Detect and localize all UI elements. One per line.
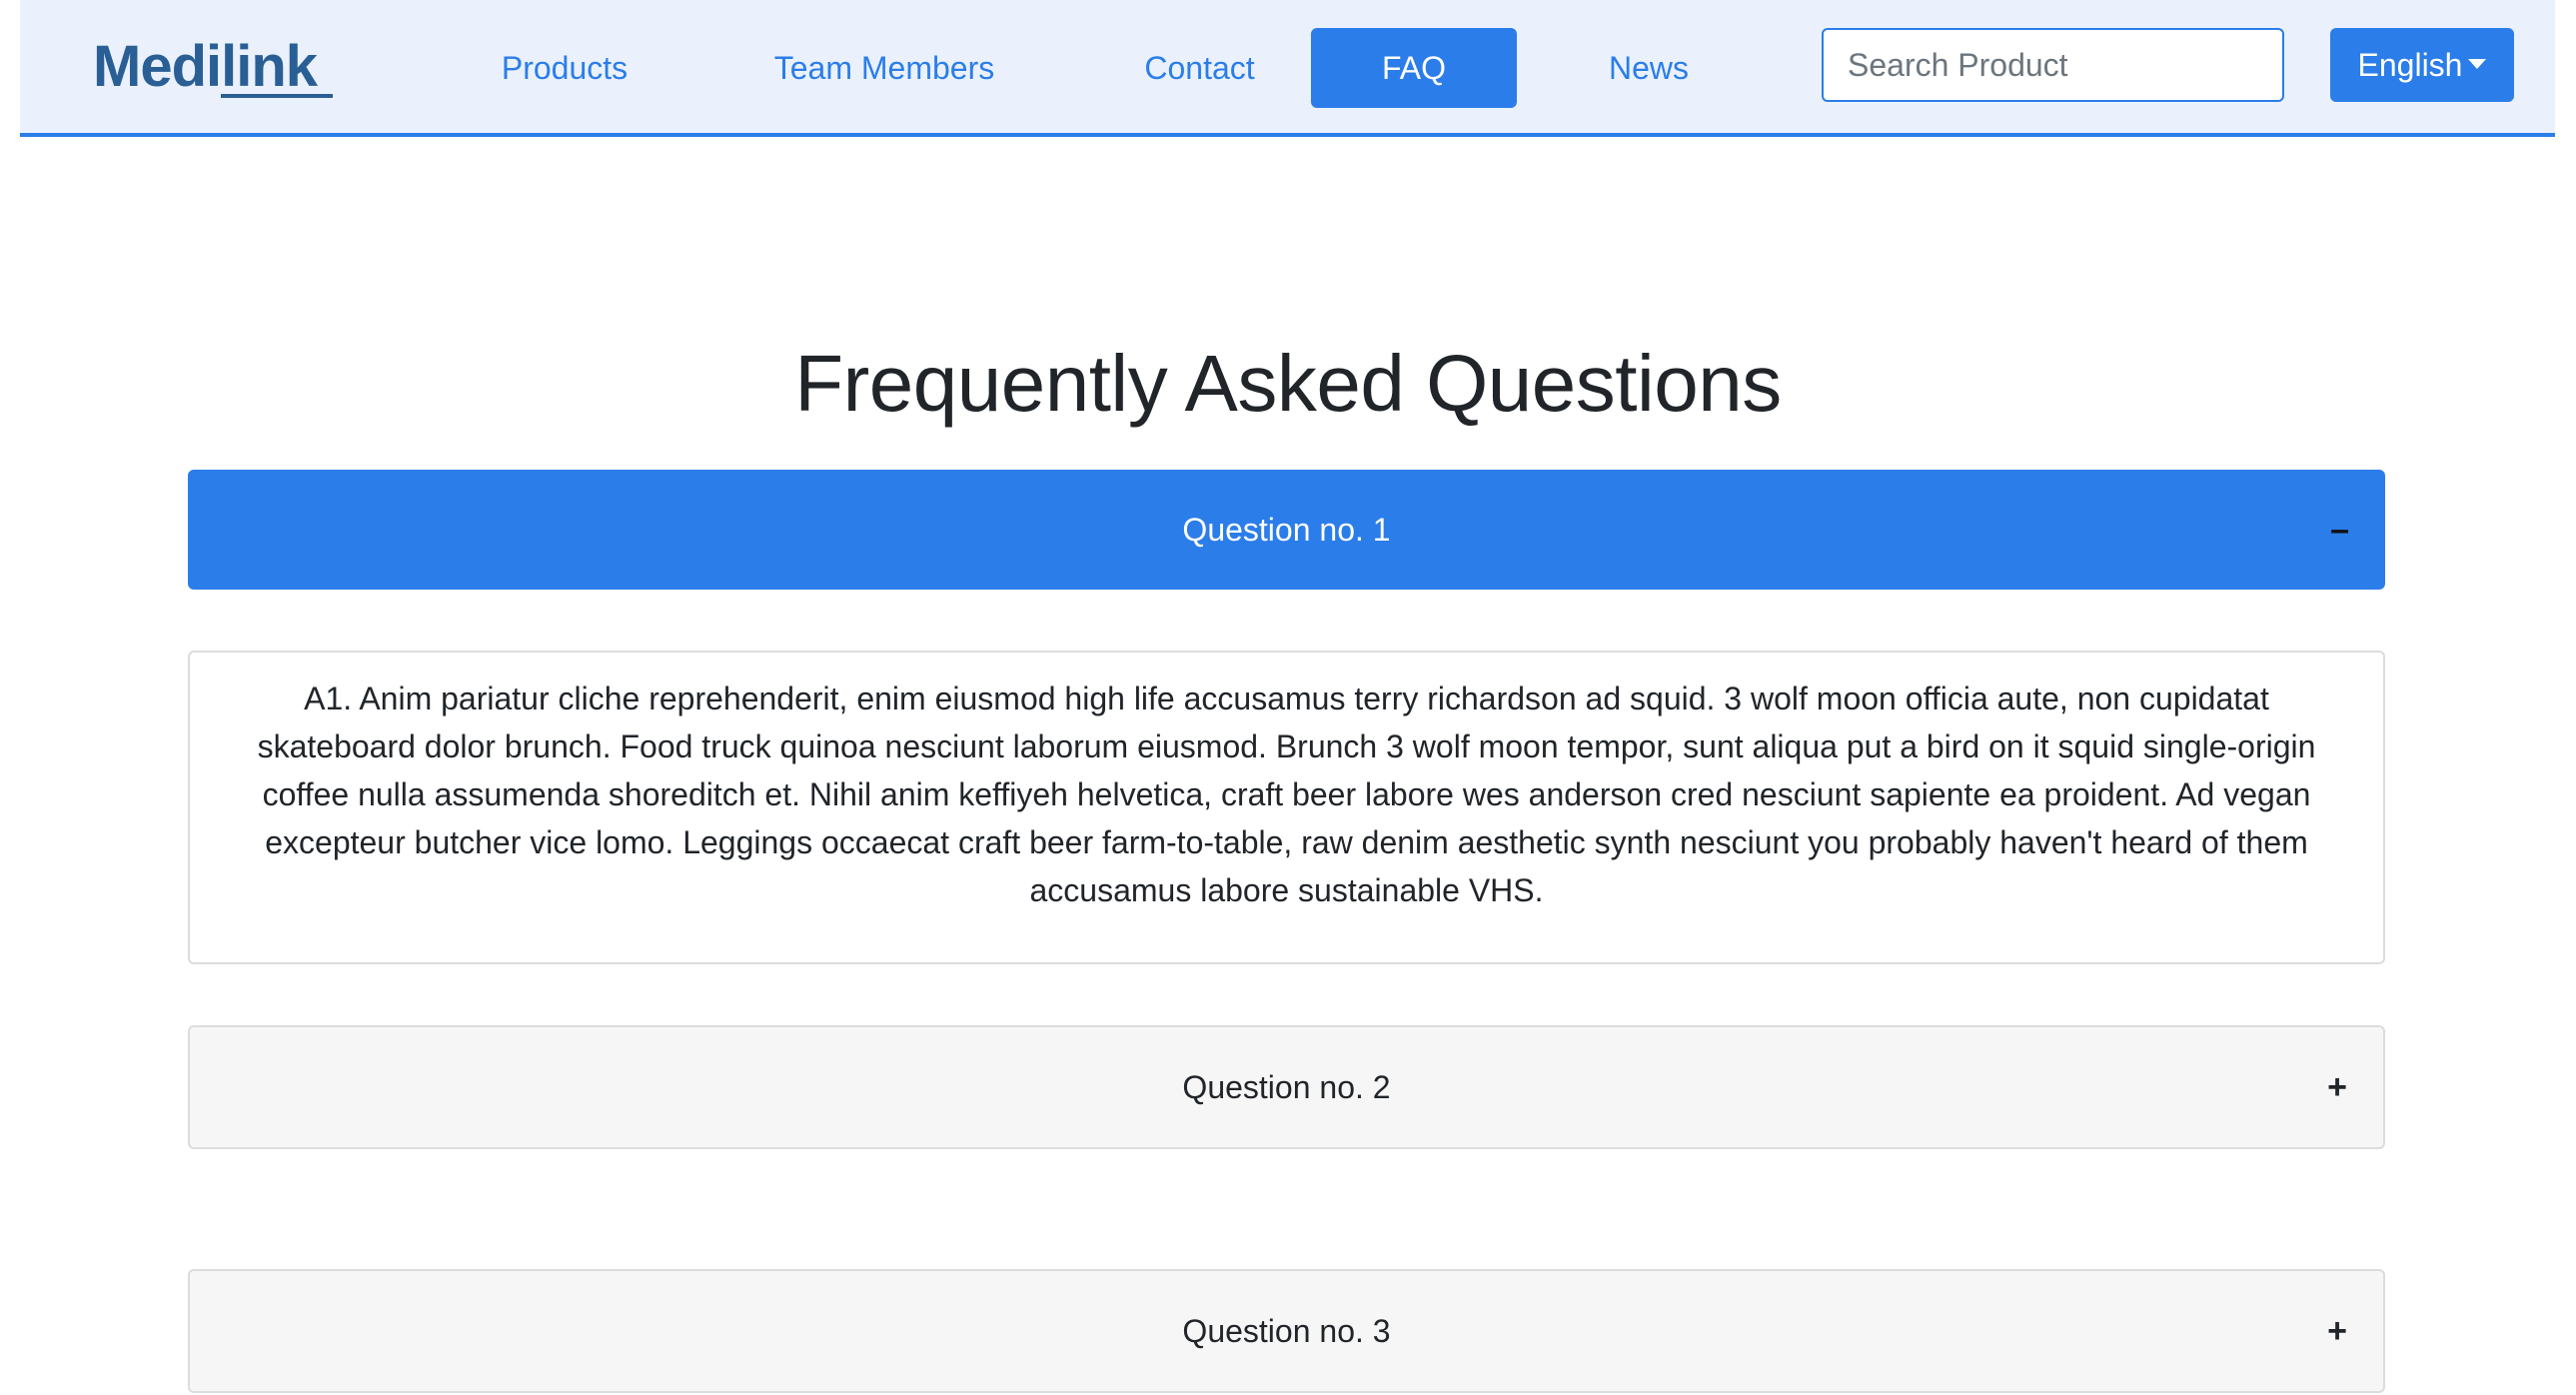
nav-products[interactable]: Products [465, 28, 664, 108]
brand-logo[interactable]: Medilink [93, 34, 333, 100]
faq-question-1-header[interactable]: Question no. 1 – [188, 470, 2385, 590]
faq-question-2-label: Question no. 2 [1182, 1069, 1391, 1105]
expand-icon: + [2327, 1312, 2347, 1350]
faq-question-3-label: Question no. 3 [1182, 1313, 1391, 1349]
nav-news[interactable]: News [1579, 28, 1719, 108]
nav-contact[interactable]: Contact [1112, 28, 1287, 108]
logo-underline [221, 94, 333, 98]
nav-faq[interactable]: FAQ [1311, 28, 1517, 108]
search-input[interactable] [1822, 28, 2284, 102]
faq-question-2-header[interactable]: Question no. 2 + [188, 1025, 2385, 1149]
faq-question-1-label: Question no. 1 [1182, 512, 1391, 548]
logo-text: Medilink [93, 34, 318, 99]
faq-answer-1: A1. Anim pariatur cliche reprehenderit, … [188, 651, 2385, 964]
caret-down-icon [2468, 58, 2487, 69]
navbar: Medilink Products Team Members Contact F… [20, 0, 2555, 137]
language-dropdown-button[interactable]: English [2330, 28, 2514, 102]
language-label: English [2357, 47, 2463, 83]
faq-question-3-header[interactable]: Question no. 3 + [188, 1269, 2385, 1393]
nav-team-members[interactable]: Team Members [754, 28, 1014, 108]
page-title: Frequently Asked Questions [794, 338, 1782, 428]
expand-icon: + [2327, 1068, 2347, 1106]
collapse-icon: – [2330, 511, 2349, 549]
page: Medilink Products Team Members Contact F… [0, 0, 2576, 1395]
